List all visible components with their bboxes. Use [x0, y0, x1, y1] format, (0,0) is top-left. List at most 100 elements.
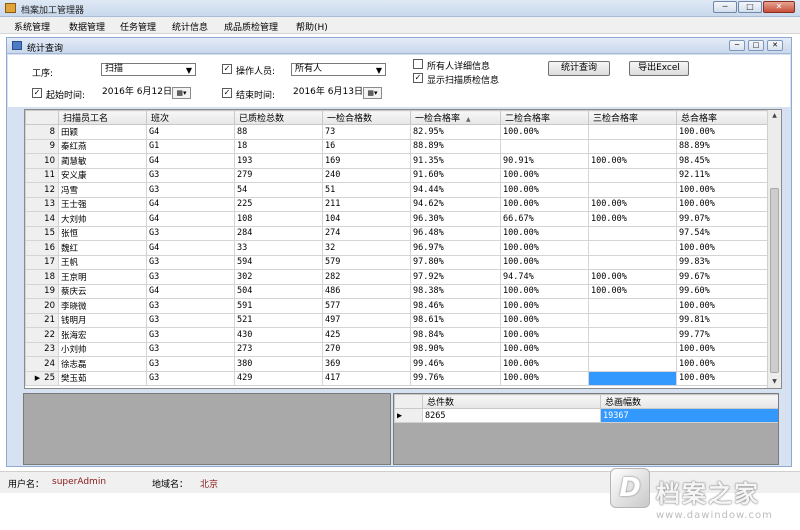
start-date-picker[interactable]: 2016年 6月12日: [102, 86, 172, 99]
cell-name[interactable]: 秦红燕: [58, 138, 147, 154]
cell-third-pass-rate[interactable]: [588, 327, 677, 343]
cell-third-pass-rate[interactable]: [588, 341, 677, 357]
cell-qc-total[interactable]: 279: [234, 167, 323, 183]
cell-qc-total[interactable]: 33: [234, 240, 323, 256]
table-row[interactable]: 17 王帆 G3 594 579 97.80% 100.00% 99.83%: [25, 254, 769, 270]
cell-first-pass-count[interactable]: 73: [322, 124, 411, 140]
cell-name[interactable]: 张恒: [58, 225, 147, 241]
table-row[interactable]: ▶ 25 樊玉茹 G3 429 417 99.76% 100.00% 100.00%: [25, 370, 769, 386]
cell-name[interactable]: 钱明月: [58, 312, 147, 328]
col-header-qc-total[interactable]: 已质检总数: [234, 110, 323, 125]
cell-name[interactable]: 王士强: [58, 196, 147, 212]
table-row[interactable]: 18 王京明 G3 302 282 97.92% 94.74% 100.00% 99.67%: [25, 269, 769, 285]
cell-qc-total[interactable]: 273: [234, 341, 323, 357]
cell-total-pass-rate[interactable]: 98.45%: [676, 153, 769, 169]
cell-first-pass-count[interactable]: 579: [322, 254, 411, 270]
cell-shift[interactable]: G3: [146, 312, 235, 328]
table-row[interactable]: 20 李晓微 G3 591 577 98.46% 100.00% 100.00%: [25, 298, 769, 314]
cell-total-pass-rate[interactable]: 88.89%: [676, 138, 769, 154]
cell-second-pass-rate[interactable]: [500, 138, 589, 154]
cell-qc-total[interactable]: 594: [234, 254, 323, 270]
cell-first-pass-count[interactable]: 577: [322, 298, 411, 314]
cell-second-pass-rate[interactable]: 100.00%: [500, 312, 589, 328]
calendar-icon[interactable]: ▦▾: [363, 87, 382, 99]
table-row[interactable]: 10 蔺慧敏 G4 193 169 91.35% 90.91% 100.00% 98.45%: [25, 153, 769, 169]
process-select[interactable]: 扫描 ▼: [101, 63, 196, 76]
menu-qc[interactable]: 成品质检管理: [224, 20, 278, 33]
calendar-icon[interactable]: ▦▾: [172, 87, 191, 99]
cell-total-pass-rate[interactable]: 99.60%: [676, 283, 769, 299]
cell-first-pass-rate[interactable]: 96.30%: [410, 211, 501, 227]
cell-shift[interactable]: G3: [146, 341, 235, 357]
cell-second-pass-rate[interactable]: 100.00%: [500, 124, 589, 140]
cell-name[interactable]: 蔡庆云: [58, 283, 147, 299]
cell-second-pass-rate[interactable]: 100.00%: [500, 196, 589, 212]
all-detail-checkbox[interactable]: [413, 59, 423, 69]
table-row[interactable]: 8 田颖 G4 88 73 82.95% 100.00% 100.00%: [25, 124, 769, 140]
cell-first-pass-rate[interactable]: 94.44%: [410, 182, 501, 198]
cell-qc-total[interactable]: 521: [234, 312, 323, 328]
col-header-total-items[interactable]: 总件数: [422, 394, 601, 409]
cell-name[interactable]: 大刘帅: [58, 211, 147, 227]
row-number[interactable]: 20: [25, 298, 59, 314]
cell-total-pass-rate[interactable]: 99.67%: [676, 269, 769, 285]
table-row[interactable]: 24 徐志磊 G3 380 369 99.46% 100.00% 100.00%: [25, 356, 769, 372]
total-frames-cell[interactable]: 19367: [600, 408, 778, 423]
cell-first-pass-rate[interactable]: 91.60%: [410, 167, 501, 183]
row-number[interactable]: 12: [25, 182, 59, 198]
cell-shift[interactable]: G3: [146, 298, 235, 314]
cell-shift[interactable]: G1: [146, 138, 235, 154]
cell-shift[interactable]: G3: [146, 269, 235, 285]
cell-qc-total[interactable]: 108: [234, 211, 323, 227]
cell-second-pass-rate[interactable]: 100.00%: [500, 182, 589, 198]
cell-qc-total[interactable]: 430: [234, 327, 323, 343]
table-row[interactable]: 19 蔡庆云 G4 504 486 98.38% 100.00% 100.00% 99.60%: [25, 283, 769, 299]
menu-statistics[interactable]: 统计信息: [172, 20, 208, 33]
menu-data[interactable]: 数据管理: [69, 20, 105, 33]
summary-row[interactable]: ▶ 8265 19367: [394, 408, 778, 423]
table-row[interactable]: 23 小刘帅 G3 273 270 98.90% 100.00% 100.00%: [25, 341, 769, 357]
cell-second-pass-rate[interactable]: 100.00%: [500, 327, 589, 343]
cell-shift[interactable]: G4: [146, 153, 235, 169]
cell-second-pass-rate[interactable]: 66.67%: [500, 211, 589, 227]
cell-first-pass-count[interactable]: 497: [322, 312, 411, 328]
cell-second-pass-rate[interactable]: 90.91%: [500, 153, 589, 169]
row-number[interactable]: 23: [25, 341, 59, 357]
cell-total-pass-rate[interactable]: 100.00%: [676, 240, 769, 256]
show-scan-qc-checkbox[interactable]: ✓: [413, 73, 423, 83]
cell-first-pass-count[interactable]: 270: [322, 341, 411, 357]
table-row[interactable]: 12 冯雪 G3 54 51 94.44% 100.00% 100.00%: [25, 182, 769, 198]
cell-qc-total[interactable]: 18: [234, 138, 323, 154]
row-number[interactable]: 16: [25, 240, 59, 256]
cell-first-pass-rate[interactable]: 98.84%: [410, 327, 501, 343]
cell-name[interactable]: 冯雪: [58, 182, 147, 198]
cell-third-pass-rate[interactable]: [588, 254, 677, 270]
cell-first-pass-rate[interactable]: 98.90%: [410, 341, 501, 357]
close-button[interactable]: ✕: [763, 1, 795, 13]
operator-select[interactable]: 所有人 ▼: [291, 63, 386, 76]
cell-first-pass-rate[interactable]: 97.92%: [410, 269, 501, 285]
cell-third-pass-rate[interactable]: 100.00%: [588, 196, 677, 212]
cell-third-pass-rate[interactable]: 100.00%: [588, 283, 677, 299]
cell-second-pass-rate[interactable]: 100.00%: [500, 167, 589, 183]
cell-name[interactable]: 徐志磊: [58, 356, 147, 372]
col-header-second-pass-rate[interactable]: 二检合格率: [500, 110, 589, 125]
cell-third-pass-rate[interactable]: 100.00%: [588, 153, 677, 169]
cell-third-pass-rate[interactable]: [588, 225, 677, 241]
cell-qc-total[interactable]: 380: [234, 356, 323, 372]
cell-first-pass-count[interactable]: 486: [322, 283, 411, 299]
cell-total-pass-rate[interactable]: 99.07%: [676, 211, 769, 227]
cell-total-pass-rate[interactable]: 97.54%: [676, 225, 769, 241]
cell-shift[interactable]: G3: [146, 167, 235, 183]
cell-total-pass-rate[interactable]: 100.00%: [676, 196, 769, 212]
col-header-first-pass-rate[interactable]: 一检合格率 ▲: [410, 110, 501, 125]
row-number[interactable]: 10: [25, 153, 59, 169]
cell-shift[interactable]: G3: [146, 356, 235, 372]
cell-first-pass-count[interactable]: 16: [322, 138, 411, 154]
cell-second-pass-rate[interactable]: 100.00%: [500, 341, 589, 357]
cell-third-pass-rate[interactable]: [588, 167, 677, 183]
cell-name[interactable]: 李晓微: [58, 298, 147, 314]
cell-third-pass-rate[interactable]: [588, 356, 677, 372]
row-number[interactable]: 17: [25, 254, 59, 270]
cell-total-pass-rate[interactable]: 100.00%: [676, 124, 769, 140]
